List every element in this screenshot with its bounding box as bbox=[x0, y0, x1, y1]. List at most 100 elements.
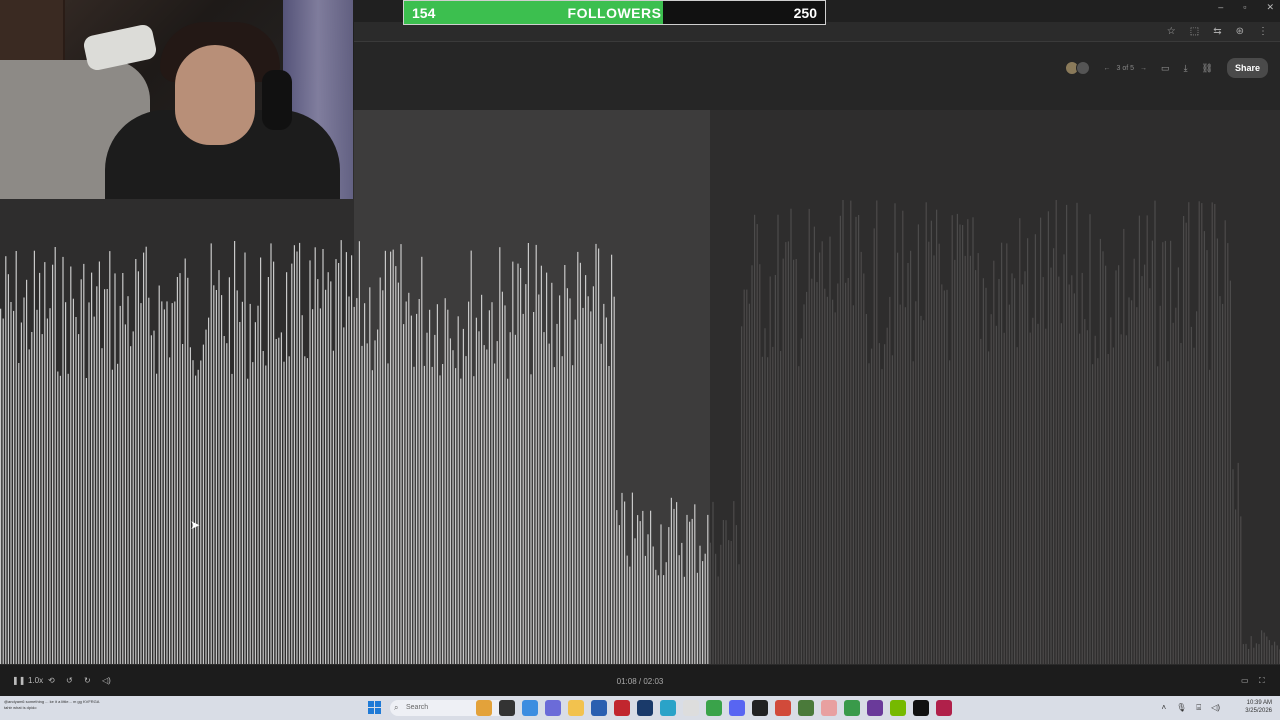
discord-icon[interactable] bbox=[729, 700, 745, 716]
extensions-icon[interactable]: ⇆ bbox=[1213, 26, 1221, 37]
waveform-bar bbox=[1071, 275, 1073, 664]
waveform-bar bbox=[943, 290, 945, 664]
waveform-bar bbox=[884, 344, 886, 664]
waveform-bar bbox=[600, 343, 602, 664]
waveform-bar bbox=[767, 357, 769, 664]
maximize-button[interactable]: ▫ bbox=[1243, 2, 1246, 13]
waveform-bar bbox=[49, 308, 51, 664]
network-icon[interactable]: ⌸ bbox=[1196, 703, 1201, 713]
track-pager: ← 3 of 5 → bbox=[1104, 65, 1148, 72]
waveform-bar bbox=[982, 278, 984, 664]
app-icon[interactable] bbox=[591, 700, 607, 716]
app-icon[interactable] bbox=[522, 700, 538, 716]
prev-track-icon[interactable]: ← bbox=[1104, 65, 1111, 72]
close-button[interactable]: ✕ bbox=[1266, 2, 1274, 13]
waveform-bar bbox=[2, 318, 4, 664]
waveform-bar bbox=[863, 273, 865, 664]
waveform-bar bbox=[1250, 636, 1252, 664]
minimize-button[interactable]: – bbox=[1218, 2, 1223, 13]
waveform-bar bbox=[946, 289, 948, 664]
waveform-bar bbox=[200, 360, 202, 664]
app-icon[interactable] bbox=[683, 700, 699, 716]
waveform-bar bbox=[327, 272, 329, 664]
app-icon[interactable] bbox=[499, 700, 515, 716]
waveform-bar bbox=[816, 282, 818, 664]
folder-icon[interactable] bbox=[568, 700, 584, 716]
waveform-bar bbox=[936, 209, 938, 664]
chrome-icon[interactable] bbox=[844, 700, 860, 716]
waveform-bar bbox=[569, 298, 571, 664]
bookmark-star-icon[interactable]: ☆ bbox=[1167, 26, 1176, 37]
waveform-bar bbox=[299, 242, 301, 664]
waveform-bar bbox=[340, 240, 342, 664]
waveform-bar bbox=[1050, 267, 1052, 664]
waveform-bar bbox=[665, 562, 667, 664]
waveform-bar bbox=[317, 279, 319, 664]
follower-goal-bar: FOLLOWERS 154 250 bbox=[403, 0, 826, 25]
waveform-bar bbox=[764, 328, 766, 664]
profile-icon[interactable]: ⊛ bbox=[1236, 26, 1244, 37]
waveform-bar bbox=[1255, 643, 1257, 664]
browser-menu-icon[interactable]: ⋮ bbox=[1258, 26, 1268, 37]
audio-app-icon[interactable] bbox=[936, 700, 952, 716]
windows-start-icon[interactable] bbox=[368, 701, 381, 714]
waveform-bar bbox=[501, 291, 503, 664]
waveform-bar bbox=[1073, 293, 1075, 664]
waveform-bar bbox=[652, 546, 654, 664]
app-icon[interactable] bbox=[798, 700, 814, 716]
waveform-bar bbox=[322, 249, 324, 664]
waveform-bar bbox=[1154, 200, 1156, 664]
app-icon[interactable] bbox=[775, 700, 791, 716]
app-icon[interactable] bbox=[867, 700, 883, 716]
waveform-bar bbox=[296, 251, 298, 664]
volume-tray-icon[interactable]: ◁) bbox=[1211, 703, 1220, 713]
app-icon[interactable] bbox=[637, 700, 653, 716]
waveform-bar bbox=[280, 332, 282, 664]
captions-icon[interactable]: ▭ bbox=[1241, 676, 1249, 685]
waveform-bar bbox=[611, 254, 613, 664]
waveform-bar bbox=[1089, 214, 1091, 664]
waveform-bar bbox=[31, 332, 33, 664]
waveform-bar bbox=[722, 520, 724, 664]
waveform-bar bbox=[743, 289, 745, 664]
waveform-bar bbox=[1068, 284, 1070, 664]
download-icon[interactable]: ⤓ bbox=[1184, 63, 1188, 74]
waveform-bar bbox=[647, 534, 649, 664]
fullscreen-icon[interactable]: ⛶ bbox=[1259, 676, 1265, 686]
app-icon[interactable] bbox=[706, 700, 722, 716]
waveform-bar bbox=[985, 287, 987, 664]
waveform-bar bbox=[533, 312, 535, 664]
nvidia-icon[interactable] bbox=[890, 700, 906, 716]
waveform-bar bbox=[774, 275, 776, 664]
waveform-bar bbox=[717, 576, 719, 664]
comment-icon[interactable]: ▭ bbox=[1161, 63, 1170, 74]
next-track-icon[interactable]: → bbox=[1140, 65, 1147, 72]
waveform-bar bbox=[860, 251, 862, 664]
app-icon[interactable] bbox=[476, 700, 492, 716]
waveform-bar bbox=[387, 363, 389, 664]
obs-icon[interactable] bbox=[752, 700, 768, 716]
collaborator-avatars[interactable] bbox=[1064, 61, 1090, 75]
app-icon[interactable] bbox=[545, 700, 561, 716]
waveform-bar bbox=[1081, 272, 1083, 664]
waveform-bar bbox=[78, 334, 80, 664]
share-button[interactable]: Share bbox=[1226, 58, 1268, 78]
waveform-bar bbox=[293, 245, 295, 664]
waveform-bar bbox=[189, 347, 191, 664]
waveform-bar bbox=[413, 366, 415, 664]
waveform-bar bbox=[769, 276, 771, 664]
app-icon[interactable] bbox=[821, 700, 837, 716]
waveform-bar bbox=[907, 263, 909, 664]
waveform-bar bbox=[338, 263, 340, 664]
clock[interactable]: 10:39 AM 3/25/2026 bbox=[1245, 699, 1272, 715]
chevron-up-icon[interactable]: ˄ bbox=[1162, 703, 1167, 713]
edge-icon[interactable] bbox=[660, 700, 676, 716]
tab-search-icon[interactable]: ⬚ bbox=[1190, 26, 1199, 37]
waveform-bar bbox=[158, 285, 160, 664]
waveform-bar bbox=[403, 324, 405, 664]
mic-icon[interactable]: 🎙 bbox=[1176, 703, 1186, 713]
link-icon[interactable]: ⛓ bbox=[1202, 63, 1213, 74]
app-icon[interactable] bbox=[614, 700, 630, 716]
terminal-icon[interactable] bbox=[913, 700, 929, 716]
waveform-bar bbox=[793, 259, 795, 664]
